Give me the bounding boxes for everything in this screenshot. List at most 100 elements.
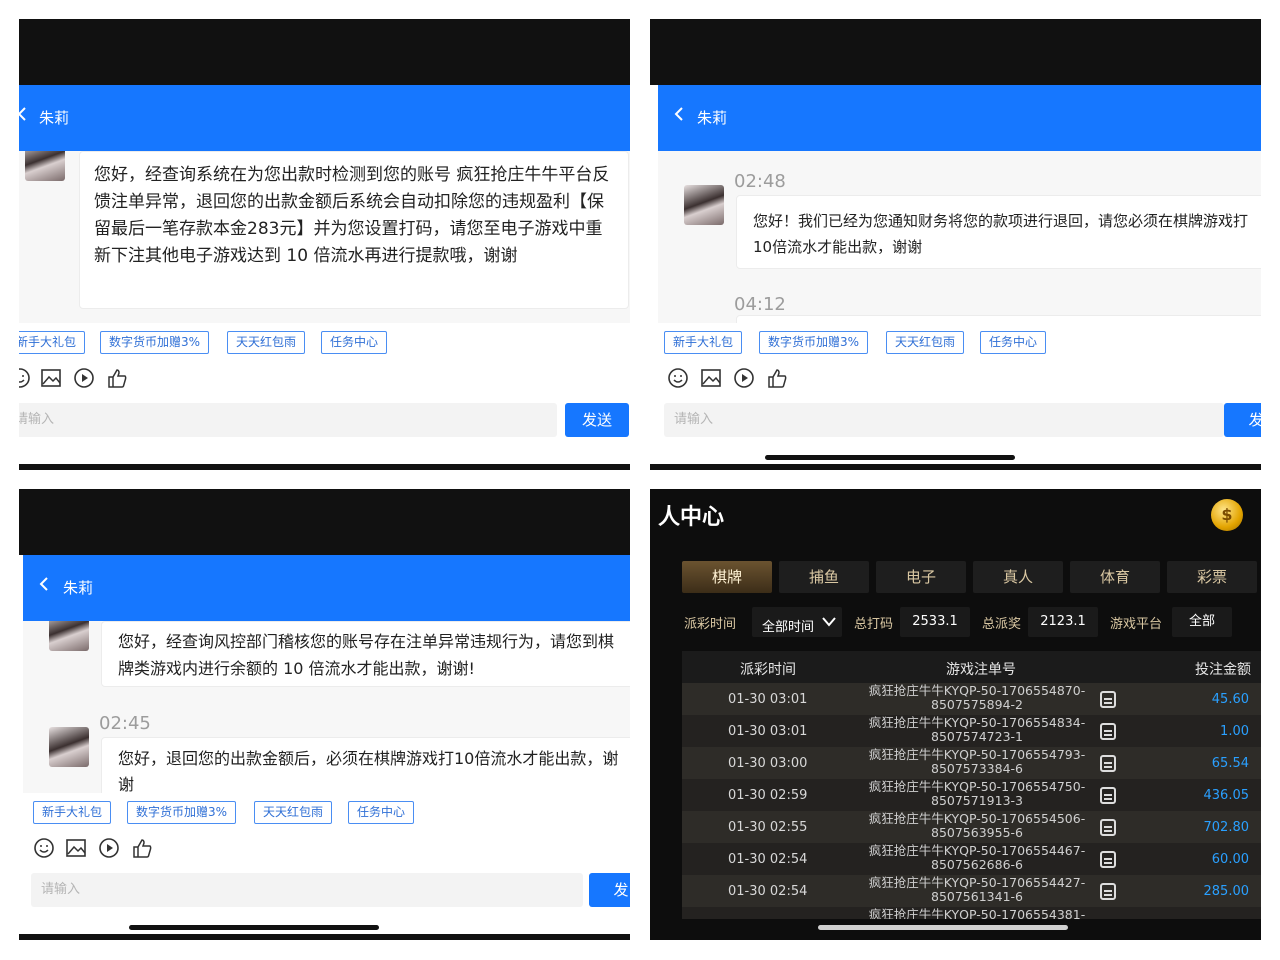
- chat-panel-2: 朱莉 02:48 您好！我们已经为您通知财务将您的款项进行退回，请您必须在棋牌游…: [650, 19, 1261, 470]
- emoji-icon[interactable]: [19, 367, 31, 389]
- row-time: 01-30 02:55: [728, 820, 808, 835]
- payout-value: 2123.1: [1028, 607, 1098, 637]
- agent-avatar: [684, 185, 724, 225]
- tab-chess-cards[interactable]: 棋牌: [682, 561, 772, 593]
- thumbs-up-icon[interactable]: [131, 837, 153, 859]
- message-text: 您好，退回您的出款金额后，必须在棋牌游戏打10倍流水才能出款，谢谢: [118, 749, 619, 793]
- bottom-bar: [19, 934, 630, 940]
- row-amount: 436.05: [1203, 788, 1250, 803]
- contact-name: 朱莉: [63, 579, 94, 597]
- send-button[interactable]: 发送: [565, 403, 629, 437]
- image-icon[interactable]: [700, 367, 722, 389]
- quick-btn-newbie[interactable]: 新手大礼包: [33, 801, 112, 824]
- tab-fishing[interactable]: 捕鱼: [779, 561, 869, 593]
- platform-dropdown[interactable]: 全部: [1172, 607, 1232, 637]
- video-icon[interactable]: [733, 367, 755, 389]
- quick-btn-newbie[interactable]: 新手大礼包: [664, 331, 743, 354]
- coin-icon[interactable]: $: [1211, 499, 1243, 531]
- back-icon[interactable]: [19, 107, 29, 121]
- status-bar: [650, 19, 1261, 85]
- row-amount: 65.54: [1211, 756, 1249, 771]
- message-bubble: 您好！我们已经为您通知财务将您的款项进行退回，请您必须在棋牌游戏打10倍流水才能…: [736, 195, 1261, 269]
- quick-btn-tasks[interactable]: 任务中心: [980, 331, 1047, 354]
- input-row: 请输入 发送: [19, 397, 630, 443]
- video-icon[interactable]: [73, 367, 95, 389]
- row-time: 01-30 03:00: [728, 756, 808, 771]
- image-icon[interactable]: [65, 837, 87, 859]
- quick-btn-crypto[interactable]: 数字货币加赠3%: [759, 331, 869, 354]
- toolbar: [23, 833, 630, 867]
- row-amount: 60.00: [1211, 852, 1249, 867]
- platform-label: 游戏平台: [1110, 617, 1163, 632]
- quick-btn-redpacket[interactable]: 天天红包雨: [227, 331, 306, 354]
- table-row[interactable]: 01-30 02:55 疯狂抢庄牛牛KYQP-50-1706554506-850…: [682, 811, 1261, 843]
- copy-icon[interactable]: [1100, 819, 1116, 836]
- tab-electronic[interactable]: 电子: [876, 561, 966, 593]
- table-row[interactable]: 01-30 02:54 疯狂抢庄牛牛KYQP-50-1706554467-850…: [682, 843, 1261, 875]
- quick-btn-crypto[interactable]: 数字货币加赠3%: [100, 331, 210, 354]
- quick-btn-tasks[interactable]: 任务中心: [321, 331, 388, 354]
- emoji-icon[interactable]: [33, 837, 55, 859]
- table-row[interactable]: 01-30 03:01 疯狂抢庄牛牛KYQP-50-1706554834-850…: [682, 715, 1261, 747]
- row-amount: 702.80: [1203, 820, 1250, 835]
- back-icon[interactable]: [37, 577, 51, 591]
- row-amount: 285.00: [1203, 884, 1250, 899]
- copy-icon[interactable]: [1100, 883, 1116, 900]
- bet-label: 总打码: [854, 617, 894, 632]
- quick-buttons: 新手大礼包 数字货币加赠3% 天天红包雨 任务中心: [23, 795, 630, 831]
- quick-btn-newbie[interactable]: 新手大礼包: [19, 331, 86, 354]
- toolbar: [658, 363, 1261, 397]
- row-order: 疯狂抢庄牛牛KYQP-50-1706554834-8507574723-1: [868, 715, 1086, 744]
- copy-icon[interactable]: [1100, 723, 1116, 740]
- copy-icon[interactable]: [1100, 787, 1116, 804]
- tab-live[interactable]: 真人: [973, 561, 1063, 593]
- copy-icon[interactable]: [1100, 755, 1116, 772]
- table-row[interactable]: 01-30 02:59 疯狂抢庄牛牛KYQP-50-1706554750-850…: [682, 779, 1261, 811]
- tab-lottery[interactable]: 彩票: [1167, 561, 1257, 593]
- image-icon[interactable]: [40, 367, 62, 389]
- toolbar: [19, 363, 630, 397]
- send-button[interactable]: 发: [589, 873, 630, 907]
- emoji-icon[interactable]: [667, 367, 689, 389]
- message-input[interactable]: 请输入: [31, 873, 583, 907]
- bet-value: 2533.1: [900, 607, 970, 637]
- time-label: 派彩时间: [684, 617, 737, 632]
- time-dropdown[interactable]: 全部时间: [752, 607, 842, 637]
- send-button[interactable]: 发: [1224, 403, 1261, 437]
- row-time: 01-30 02:54: [728, 884, 808, 899]
- copy-icon[interactable]: [1100, 851, 1116, 868]
- quick-btn-redpacket[interactable]: 天天红包雨: [886, 331, 965, 354]
- table-row[interactable]: 01-30 03:01 疯狂抢庄牛牛KYQP-50-1706554870-850…: [682, 683, 1261, 715]
- table-row[interactable]: 01-30 03:00 疯狂抢庄牛牛KYQP-50-1706554793-850…: [682, 747, 1261, 779]
- quick-buttons: 新手大礼包 数字货币加赠3% 天天红包雨 任务中心: [19, 325, 630, 361]
- copy-icon[interactable]: [1100, 691, 1116, 708]
- table-row[interactable]: 01-30 02:54 疯狂抢庄牛牛KYQP-50-1706554427-850…: [682, 875, 1261, 907]
- home-indicator: [765, 455, 1015, 460]
- status-bar: [19, 19, 630, 85]
- message-input[interactable]: 请输入: [664, 403, 1224, 437]
- chat-header: 朱莉: [23, 555, 630, 621]
- tab-sports[interactable]: 体育: [1070, 561, 1160, 593]
- row-time: 01-30 02:54: [728, 852, 808, 867]
- quick-btn-redpacket[interactable]: 天天红包雨: [254, 801, 333, 824]
- chat-header: 朱莉: [19, 85, 630, 151]
- row-order: 疯狂抢庄牛牛KYQP-50-1706554467-8507562686-6: [868, 843, 1086, 872]
- chat-header: 朱莉: [658, 85, 1261, 151]
- back-icon[interactable]: [672, 107, 686, 121]
- quick-btn-tasks[interactable]: 任务中心: [348, 801, 415, 824]
- row-amount: 1.00: [1220, 724, 1249, 739]
- game-tabs: 棋牌 捕鱼 电子 真人 体育 彩票: [682, 561, 1261, 593]
- video-icon[interactable]: [98, 837, 120, 859]
- quick-btn-crypto[interactable]: 数字货币加赠3%: [127, 801, 237, 824]
- thumbs-up-icon[interactable]: [766, 367, 788, 389]
- status-bar: [19, 489, 630, 555]
- table-row[interactable]: 疯狂抢庄牛牛KYQP-50-1706554381-: [682, 907, 1261, 919]
- thumbs-up-icon[interactable]: [106, 367, 128, 389]
- payout-label: 总派奖: [982, 617, 1022, 632]
- message-text: 您好，经查询风控部门稽核您的账号存在注单异常违规行为，请您到棋牌类游戏内进行余额…: [118, 632, 615, 678]
- agent-avatar: [25, 151, 65, 181]
- row-time: 01-30 03:01: [728, 692, 808, 707]
- message-input[interactable]: 请输入: [19, 403, 557, 437]
- row-amount: 45.60: [1211, 692, 1249, 707]
- time-value: 全部时间: [762, 620, 815, 635]
